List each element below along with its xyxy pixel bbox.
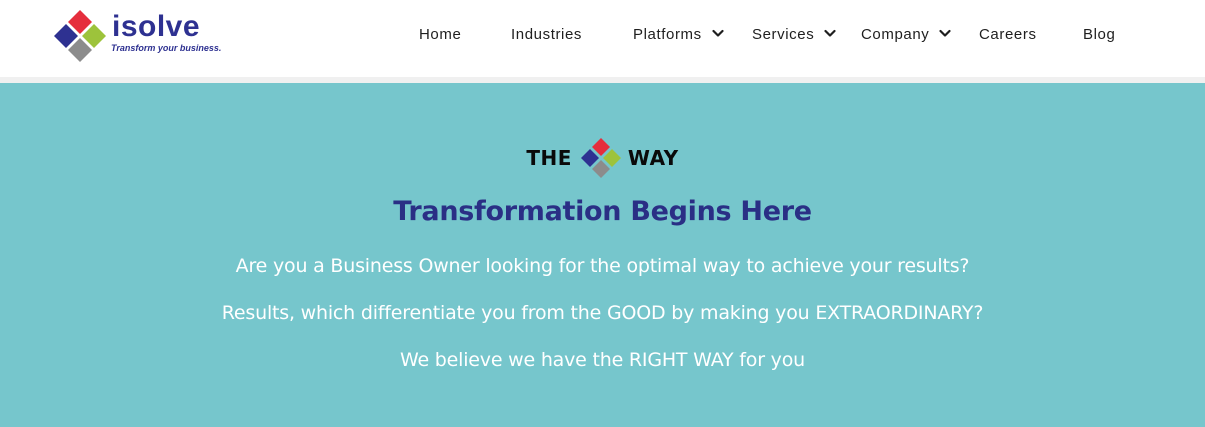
chevron-down-icon	[939, 29, 951, 37]
logo-tagline: Transform your business.	[111, 43, 222, 53]
nav-company-label: Company	[861, 26, 930, 43]
isolve-logo[interactable]: isolve Transform your business.	[52, 8, 221, 64]
nav-blog[interactable]: Blog	[1083, 23, 1115, 47]
hero-line-3: We believe we have the RIGHT WAY for you	[400, 349, 805, 371]
chevron-down-icon	[711, 29, 724, 37]
nav-industries-label: Industries	[511, 26, 583, 43]
the-way-heading: THE WAY	[0, 137, 1205, 179]
logo-wordmark: isolve	[112, 10, 201, 43]
nav-industries[interactable]: Industries	[511, 23, 582, 47]
site-header: isolve Transform your business. Home Ind…	[0, 0, 1205, 77]
isolve-diamond-icon	[580, 138, 621, 178]
hero-headline: Transformation Begins Here	[393, 196, 812, 227]
nav-services-label: Services	[752, 26, 815, 43]
nav-careers-label: Careers	[979, 26, 1037, 43]
hero-line-1: Are you a Business Owner looking for the…	[235, 255, 970, 277]
nav-services[interactable]: Services	[752, 23, 836, 47]
nav-home[interactable]: Home	[419, 23, 461, 47]
nav-blog-label: Blog	[1083, 26, 1116, 43]
nav-company[interactable]: Company	[861, 23, 951, 47]
nav-careers[interactable]: Careers	[979, 23, 1037, 47]
nav-home-label: Home	[419, 26, 462, 43]
hero-section: THE WAY Transformation Begins Here Are y…	[0, 83, 1205, 427]
hero-line-2: Results, which differentiate you from th…	[221, 302, 984, 324]
nav-platforms-label: Platforms	[633, 26, 702, 43]
the-way-the-word: THE	[526, 146, 572, 170]
chevron-down-icon	[824, 29, 836, 37]
nav-platforms[interactable]: Platforms	[633, 23, 724, 47]
isolve-diamond-icon	[54, 10, 106, 62]
the-way-way-word: WAY	[627, 146, 679, 170]
